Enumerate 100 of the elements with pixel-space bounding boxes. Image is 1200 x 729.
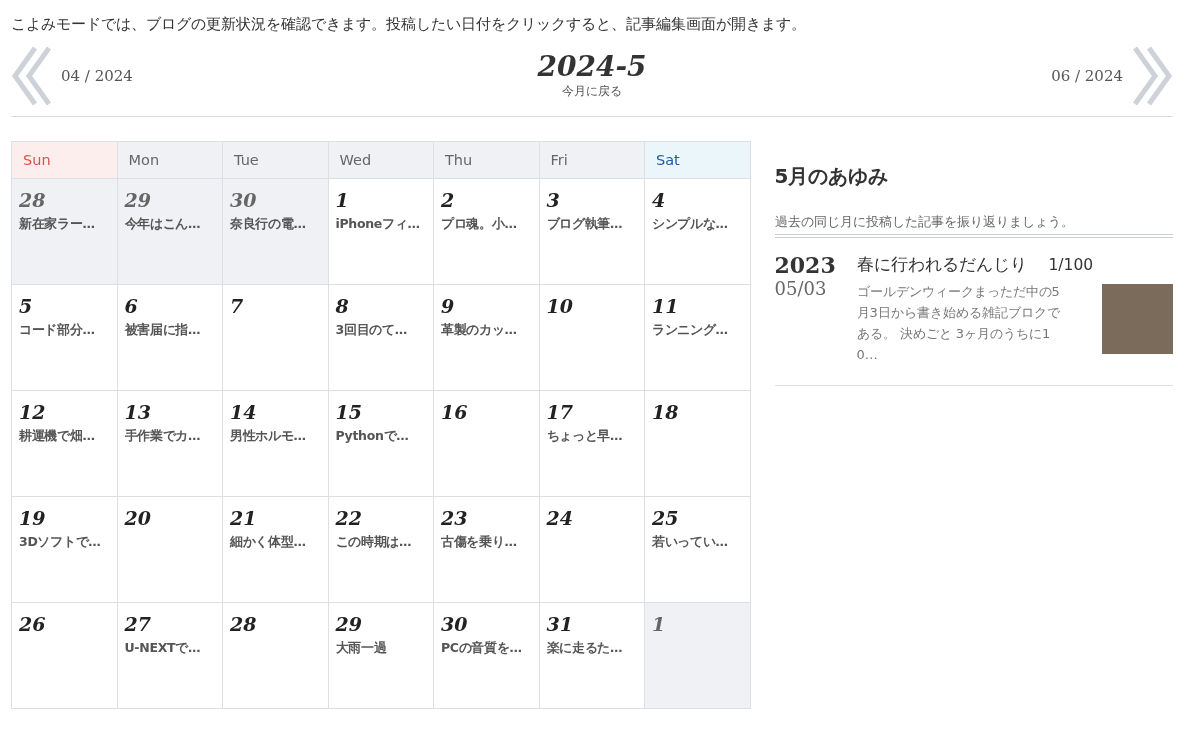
post-title-link[interactable]: プロ魂。小… <box>441 216 517 234</box>
post-title-link[interactable]: 被害届に指… <box>124 322 201 340</box>
post-title-link[interactable]: シンプルな… <box>652 216 728 234</box>
day-cell[interactable]: 1 iPhoneフィ… <box>328 179 434 286</box>
day-cell[interactable]: 9 革製のカッ… <box>434 285 540 392</box>
post-title-link[interactable]: ブログ執筆… <box>546 216 623 234</box>
post-title-link[interactable]: 新在家ラー… <box>19 216 95 234</box>
day-cell[interactable]: 29 今年はこん… <box>117 179 223 286</box>
day-number: 20 <box>124 507 151 531</box>
post-title-link[interactable]: Pythonで… <box>335 428 409 446</box>
day-number: 14 <box>230 401 257 425</box>
post-title-link[interactable]: 男性ホルモ… <box>230 428 306 446</box>
chevron-right-icon[interactable] <box>1131 46 1173 107</box>
post-title-link[interactable]: コード部分… <box>19 322 95 340</box>
day-cell[interactable]: 15 Pythonで… <box>328 391 434 498</box>
current-month-title: 2024-5 <box>537 52 647 84</box>
post-title-link[interactable]: 奈良行の電… <box>230 216 306 234</box>
day-cell[interactable]: 31 楽に走るた… <box>539 603 645 710</box>
day-cell[interactable]: 20 <box>117 497 223 604</box>
day-cell[interactable]: 14 男性ホルモ… <box>223 391 329 498</box>
day-number: 7 <box>230 295 244 319</box>
weekday-header: Fri <box>539 142 645 180</box>
day-cell[interactable]: 3 ブログ執筆… <box>539 179 645 286</box>
day-number: 30 <box>230 189 257 213</box>
day-cell[interactable]: 8 3回目のて… <box>328 285 434 392</box>
post-title-link[interactable]: 3回目のて… <box>335 322 407 340</box>
day-cell[interactable]: 4 シンプルな… <box>645 179 751 286</box>
post-title-link[interactable]: 今年はこん… <box>124 216 201 234</box>
post-title-link[interactable]: U-NEXTで… <box>124 640 201 658</box>
day-cell[interactable]: 17 ちょっと早… <box>539 391 645 498</box>
day-cell[interactable]: 11 ランニング… <box>645 285 751 392</box>
post-title-link[interactable]: この時期は… <box>335 534 412 552</box>
post-title-link[interactable]: 革製のカッ… <box>441 322 517 340</box>
day-number: 6 <box>124 295 138 319</box>
day-number: 28 <box>230 613 257 637</box>
weekday-header: Thu <box>434 142 540 180</box>
day-number: 12 <box>19 401 46 425</box>
day-number: 9 <box>441 295 455 319</box>
day-number: 31 <box>546 613 573 637</box>
day-number: 28 <box>19 189 46 213</box>
prev-month-link[interactable]: 04 / 2024 <box>61 67 133 86</box>
day-number: 26 <box>19 613 46 637</box>
day-cell[interactable]: 23 古傷を乗り… <box>434 497 540 604</box>
day-cell[interactable]: 1 <box>645 603 751 710</box>
photo-placeholder <box>1102 284 1173 355</box>
entry-title-link[interactable]: 春に行われるだんじり <box>856 254 1027 277</box>
post-title-link[interactable]: 若いってい… <box>652 534 728 552</box>
weekday-header: Sun <box>12 142 118 180</box>
day-number: 10 <box>546 295 573 319</box>
post-title-link[interactable]: iPhoneフィ… <box>335 216 420 234</box>
day-number: 17 <box>546 401 573 425</box>
day-number: 19 <box>19 507 46 531</box>
post-title-link[interactable]: 3Dソフトで… <box>19 534 101 552</box>
day-cell[interactable]: 30 奈良行の電… <box>223 179 329 286</box>
day-number: 13 <box>124 401 151 425</box>
post-title-link[interactable]: ちょっと早… <box>546 428 623 446</box>
day-number: 16 <box>441 401 468 425</box>
day-cell[interactable]: 28 <box>223 603 329 710</box>
next-month-link[interactable]: 06 / 2024 <box>1051 67 1123 86</box>
post-title-link[interactable]: 古傷を乗り… <box>441 534 517 552</box>
day-cell[interactable]: 5 コード部分… <box>12 285 118 392</box>
day-number: 27 <box>124 613 151 637</box>
post-title-link[interactable]: 細かく体型… <box>230 534 306 552</box>
day-cell[interactable]: 7 <box>223 285 329 392</box>
day-cell[interactable]: 6 被害届に指… <box>117 285 223 392</box>
day-number: 18 <box>652 401 679 425</box>
day-cell[interactable]: 22 この時期は… <box>328 497 434 604</box>
day-cell[interactable]: 10 <box>539 285 645 392</box>
back-to-this-month-link[interactable]: 今月に戻る <box>562 83 622 101</box>
day-number: 8 <box>335 295 349 319</box>
post-title-link[interactable]: 手作業でカ… <box>124 428 201 446</box>
day-cell[interactable]: 26 <box>12 603 118 710</box>
day-cell[interactable]: 12 耕運機で畑… <box>12 391 118 498</box>
day-cell[interactable]: 18 <box>645 391 751 498</box>
day-number: 15 <box>335 401 362 425</box>
day-cell[interactable]: 30 PCの音質を… <box>434 603 540 710</box>
post-title-link[interactable]: PCの音質を… <box>441 640 522 658</box>
day-cell[interactable]: 2 プロ魂。小… <box>434 179 540 286</box>
post-title-link[interactable]: 耕運機で畑… <box>19 428 95 446</box>
day-cell[interactable]: 28 新在家ラー… <box>12 179 118 286</box>
day-cell[interactable]: 27 U-NEXTで… <box>117 603 223 710</box>
day-cell[interactable]: 29 大雨一過 <box>328 603 434 710</box>
day-number: 23 <box>441 507 468 531</box>
chevron-left-icon[interactable] <box>11 46 53 107</box>
day-number: 25 <box>652 507 679 531</box>
post-title-link[interactable]: 楽に走るた… <box>546 640 623 658</box>
post-title-link[interactable]: ランニング… <box>652 322 728 340</box>
day-number: 29 <box>335 613 362 637</box>
day-number: 1 <box>652 613 666 637</box>
day-cell[interactable]: 16 <box>434 391 540 498</box>
weekday-header: Wed <box>328 142 434 180</box>
day-cell[interactable]: 13 手作業でカ… <box>117 391 223 498</box>
history-subtitle: 過去の同じ月に投稿した記事を振り返りましょう。 <box>774 214 1173 239</box>
day-cell[interactable]: 25 若いってい… <box>645 497 751 604</box>
day-number: 3 <box>546 189 560 213</box>
day-cell[interactable]: 21 細かく体型… <box>223 497 329 604</box>
day-cell[interactable]: 19 3Dソフトで… <box>12 497 118 604</box>
day-cell[interactable]: 24 <box>539 497 645 604</box>
weekday-header: Tue <box>223 142 329 180</box>
post-title-link[interactable]: 大雨一過 <box>335 640 387 658</box>
